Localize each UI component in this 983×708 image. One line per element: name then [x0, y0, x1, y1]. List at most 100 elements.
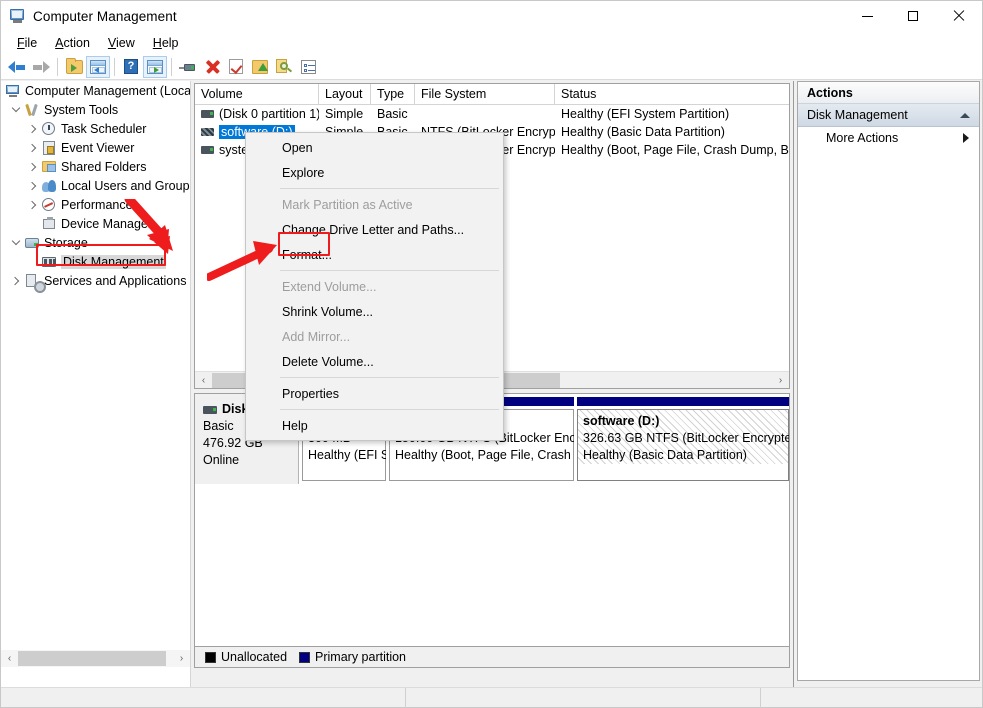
- chevron-right-icon[interactable]: [25, 121, 41, 137]
- properties-button[interactable]: [224, 56, 248, 78]
- toolbar-separator: [57, 58, 58, 76]
- sidebar-item-event-viewer[interactable]: Event Viewer: [1, 138, 190, 157]
- maximize-button[interactable]: [890, 1, 936, 31]
- performance-icon: [41, 197, 57, 213]
- title-bar: Computer Management: [1, 1, 982, 31]
- chevron-right-icon[interactable]: [25, 140, 41, 156]
- console-tree[interactable]: Computer Management (Local System Tools …: [1, 81, 191, 688]
- scroll-left-button[interactable]: ‹: [195, 372, 212, 389]
- find-icon: [276, 59, 292, 74]
- cell-volume: (Disk 0 partition 1): [219, 107, 319, 121]
- tree-horizontal-scrollbar[interactable]: ‹ ›: [1, 650, 190, 667]
- back-button[interactable]: [5, 56, 29, 78]
- context-menu-item-shrink-volume[interactable]: Shrink Volume...: [246, 299, 503, 324]
- partition-software-d[interactable]: software (D:) 326.63 GB NTFS (BitLocker …: [577, 397, 789, 484]
- show-hide-tree-button[interactable]: [86, 56, 110, 78]
- context-menu-item-explore[interactable]: Explore: [246, 160, 503, 185]
- tree-item-root[interactable]: Computer Management (Local: [1, 81, 190, 100]
- sidebar-item-storage[interactable]: Storage: [1, 233, 190, 252]
- window-title: Computer Management: [33, 9, 177, 24]
- scroll-right-button[interactable]: ›: [772, 372, 789, 389]
- sidebar-item-services-and-applications[interactable]: Services and Applications: [1, 271, 190, 290]
- legend-swatch: [205, 652, 216, 663]
- tree-item-label: Shared Folders: [61, 160, 146, 174]
- find-button[interactable]: [272, 56, 296, 78]
- context-menu-item-properties[interactable]: Properties: [246, 381, 503, 406]
- toolbar-separator-2: [114, 58, 115, 76]
- close-button[interactable]: [936, 1, 982, 31]
- chevron-right-icon[interactable]: [8, 273, 24, 289]
- forward-button[interactable]: [29, 56, 53, 78]
- sidebar-item-disk-management[interactable]: Disk Management: [1, 252, 190, 271]
- help-button[interactable]: ?: [119, 56, 143, 78]
- column-header-file-system[interactable]: File System: [415, 84, 555, 104]
- context-menu-separator: [280, 409, 499, 410]
- context-menu-item-help[interactable]: Help: [246, 413, 503, 438]
- delete-button[interactable]: [200, 56, 224, 78]
- cell-status: Healthy (EFI System Partition): [555, 107, 789, 121]
- connect-button[interactable]: [176, 56, 200, 78]
- menu-action[interactable]: Action: [46, 34, 99, 52]
- actions-group-disk-management[interactable]: Disk Management: [798, 104, 979, 127]
- show-hide-action-button[interactable]: [143, 56, 167, 78]
- column-header-status[interactable]: Status: [555, 84, 789, 104]
- cell-type: Basic: [371, 107, 415, 121]
- context-menu-item-format[interactable]: Format...: [246, 242, 503, 267]
- sidebar-item-shared-folders[interactable]: Shared Folders: [1, 157, 190, 176]
- minimize-button[interactable]: [844, 1, 890, 31]
- legend-label: Unallocated: [221, 650, 287, 664]
- partition-status: Healthy (Boot, Page File, Crash Du: [395, 447, 568, 464]
- menu-file[interactable]: File: [8, 34, 46, 52]
- cell-status: Healthy (Basic Data Partition): [555, 125, 789, 139]
- cell-layout: Simple: [319, 107, 371, 121]
- context-menu[interactable]: Open Explore Mark Partition as Active Ch…: [245, 132, 504, 441]
- status-segment-2: [406, 688, 761, 708]
- scroll-track[interactable]: [18, 650, 173, 667]
- sidebar-item-task-scheduler[interactable]: Task Scheduler: [1, 119, 190, 138]
- context-menu-item-open[interactable]: Open: [246, 135, 503, 160]
- export-list-button[interactable]: [248, 56, 272, 78]
- menu-help[interactable]: Help: [144, 34, 188, 52]
- status-segment-3: [761, 688, 896, 708]
- show-hide-tree-icon: [90, 60, 106, 74]
- chevron-right-icon[interactable]: [25, 178, 41, 194]
- legend-label: Primary partition: [315, 650, 406, 664]
- context-menu-item-delete-volume[interactable]: Delete Volume...: [246, 349, 503, 374]
- scroll-right-button[interactable]: ›: [173, 650, 190, 667]
- disk-legend: Unallocated Primary partition: [194, 646, 790, 668]
- scroll-thumb[interactable]: [18, 651, 166, 666]
- partition-name: software (D:): [583, 413, 783, 430]
- column-header-layout[interactable]: Layout: [319, 84, 371, 104]
- storage-icon: [24, 235, 40, 251]
- context-menu-separator: [280, 377, 499, 378]
- tree-item-label: Device Manager: [61, 217, 152, 231]
- action-more-actions[interactable]: More Actions: [798, 127, 979, 149]
- menu-view[interactable]: View: [99, 34, 144, 52]
- chevron-down-icon[interactable]: [8, 235, 24, 251]
- chevron-right-icon[interactable]: [25, 159, 41, 175]
- sidebar-item-local-users-and-groups[interactable]: Local Users and Groups: [1, 176, 190, 195]
- detail-view-button[interactable]: [296, 56, 320, 78]
- column-header-volume[interactable]: Volume: [195, 84, 319, 104]
- clock-icon: [41, 121, 57, 137]
- volume-icon-hatched: [201, 128, 214, 136]
- column-header-type[interactable]: Type: [371, 84, 415, 104]
- chevron-right-icon[interactable]: [25, 197, 41, 213]
- export-icon: [252, 60, 268, 74]
- scroll-left-button[interactable]: ‹: [1, 650, 18, 667]
- sidebar-item-performance[interactable]: Performance: [1, 195, 190, 214]
- sidebar-item-device-manager[interactable]: Device Manager: [1, 214, 190, 233]
- volume-icon: [201, 110, 214, 118]
- tree-item-label: Local Users and Groups: [61, 179, 191, 193]
- sidebar-item-system-tools[interactable]: System Tools: [1, 100, 190, 119]
- context-menu-item-change-drive-letter-and-paths[interactable]: Change Drive Letter and Paths...: [246, 217, 503, 242]
- chevron-up-icon[interactable]: [960, 113, 970, 118]
- show-hide-action-icon: [147, 60, 163, 74]
- partition-color-bar: [577, 397, 789, 406]
- legend-item-unallocated: Unallocated: [205, 650, 287, 664]
- table-row[interactable]: (Disk 0 partition 1) Simple Basic Health…: [195, 105, 789, 123]
- up-folder-button[interactable]: [62, 56, 86, 78]
- minimize-icon: [862, 16, 873, 17]
- cell-status: Healthy (Boot, Page File, Crash Dump, Ba…: [555, 143, 789, 157]
- chevron-down-icon[interactable]: [8, 102, 24, 118]
